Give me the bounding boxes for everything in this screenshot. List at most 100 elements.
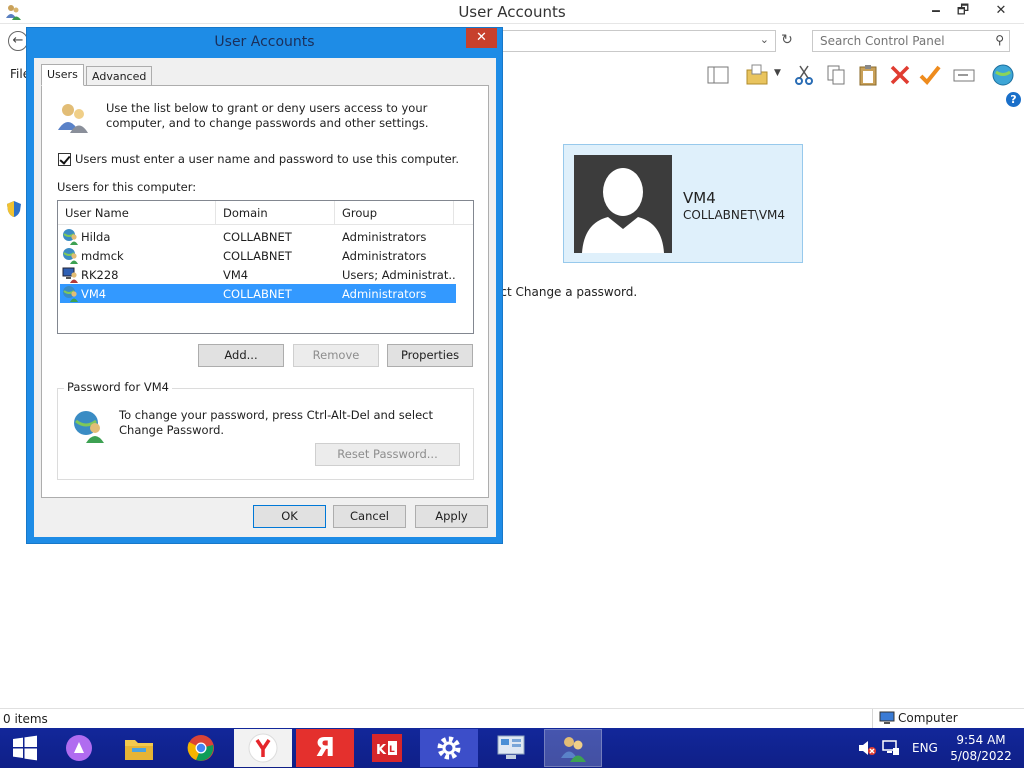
taskbar: Я K L ENG 9:54 AM 5/08/2022 xyxy=(0,728,1024,768)
back-button[interactable]: ← xyxy=(8,31,28,51)
network-icon[interactable] xyxy=(882,740,900,756)
search-input[interactable] xyxy=(818,32,988,50)
start-icon xyxy=(13,735,37,761)
table-row[interactable]: mdmck COLLABNET Administrators xyxy=(60,246,456,265)
status-bar: 0 items Computer xyxy=(0,708,1024,729)
yandex-icon: Я xyxy=(314,733,336,763)
password-group: Password for VM4 To change your password… xyxy=(57,380,474,480)
taskbar-alice[interactable] xyxy=(50,729,108,767)
column-user-name[interactable]: User Name xyxy=(58,201,216,225)
column-domain[interactable]: Domain xyxy=(216,201,335,225)
volume-muted-icon[interactable] xyxy=(858,740,876,756)
apply-button[interactable]: Apply xyxy=(415,505,488,528)
user-name-cell: VM4 xyxy=(81,287,107,301)
current-user-card: VM4 COLLABNET\VM4 xyxy=(563,144,803,263)
network-globe-icon[interactable] xyxy=(991,63,1015,87)
status-zone-label: Computer xyxy=(898,711,958,725)
domain-cell: COLLABNET xyxy=(223,287,292,301)
start-button[interactable] xyxy=(0,729,50,767)
yandex-browser-icon xyxy=(248,733,278,763)
clock-date: 5/08/2022 xyxy=(950,749,1012,763)
address-bar[interactable]: ⌄ xyxy=(500,30,776,52)
user-name-cell: mdmck xyxy=(81,249,124,263)
taskbar-chrome[interactable] xyxy=(172,729,230,767)
password-user-icon xyxy=(74,411,104,443)
status-item-count: 0 items xyxy=(3,712,48,726)
cancel-button[interactable]: Cancel xyxy=(333,505,406,528)
default-user-silhouette-icon xyxy=(582,168,664,253)
chrome-icon xyxy=(187,735,214,761)
search-icon[interactable]: ⚲ xyxy=(995,33,1004,47)
svg-text:L: L xyxy=(389,745,395,755)
table-row-selected[interactable]: VM4 COLLABNET Administrators xyxy=(60,284,456,303)
users-group-icon xyxy=(58,104,88,133)
settings-icon xyxy=(437,736,461,760)
table-row[interactable]: RK228 VM4 Users; Administrat... xyxy=(60,265,456,284)
user-avatar xyxy=(574,155,672,253)
must-enter-password-label: Users must enter a user name and passwor… xyxy=(75,152,460,166)
help-icon[interactable]: ? xyxy=(1006,92,1021,107)
intro-text: Use the list below to grant or deny user… xyxy=(106,101,429,130)
alice-icon xyxy=(66,735,92,761)
remove-user-button[interactable]: Remove xyxy=(293,344,379,367)
dropdown-arrow-icon[interactable]: ▼ xyxy=(774,68,781,78)
dialog-close-button[interactable]: ✕ xyxy=(466,28,497,48)
tab-advanced[interactable]: Advanced xyxy=(86,66,153,86)
domain-user-icon xyxy=(63,248,78,264)
clock-time: 9:54 AM xyxy=(956,733,1006,747)
delete-icon[interactable] xyxy=(888,63,912,87)
taskbar-yandex[interactable]: Я xyxy=(296,729,354,767)
taskbar-user-accounts[interactable] xyxy=(544,729,602,767)
language-indicator[interactable]: ENG xyxy=(912,741,938,781)
copy-icon[interactable] xyxy=(824,63,848,87)
domain-cell: COLLABNET xyxy=(223,230,292,244)
users-tab-panel: Use the list below to grant or deny user… xyxy=(41,85,489,498)
user-name-cell: RK228 xyxy=(81,268,119,282)
reset-password-button[interactable]: Reset Password... xyxy=(315,443,460,466)
rename-icon[interactable] xyxy=(952,63,976,87)
group-cell: Administrators xyxy=(342,230,427,244)
folder-options-icon[interactable] xyxy=(745,63,769,87)
password-instructions: To change your password, press Ctrl-Alt-… xyxy=(119,408,433,437)
taskbar-file-explorer[interactable] xyxy=(110,729,168,767)
dialog-body: Users Advanced Use the list below to gra… xyxy=(34,58,496,537)
taskbar-kaspersky[interactable]: K L xyxy=(358,729,416,767)
refresh-icon[interactable]: ↻ xyxy=(778,32,796,50)
domain-cell: VM4 xyxy=(223,268,249,282)
domain-cell: COLLABNET xyxy=(223,249,292,263)
properties-check-icon[interactable] xyxy=(918,63,942,87)
taskbar-control-panel[interactable] xyxy=(482,729,540,767)
user-card-domain: COLLABNET\VM4 xyxy=(683,208,786,222)
must-enter-password-checkbox[interactable]: Users must enter a user name and passwor… xyxy=(58,152,459,166)
computer-icon xyxy=(879,711,895,724)
group-cell: Users; Administrat... xyxy=(342,268,456,282)
search-box[interactable]: ⚲ xyxy=(812,30,1010,52)
users-list-header: User Name Domain Group xyxy=(58,201,473,225)
add-user-button[interactable]: Add... xyxy=(198,344,284,367)
properties-button[interactable]: Properties xyxy=(387,344,473,367)
user-name-cell: Hilda xyxy=(81,230,111,244)
chevron-down-icon[interactable]: ⌄ xyxy=(760,33,769,46)
dialog-title: User Accounts xyxy=(214,34,315,50)
group-cell: Administrators xyxy=(342,249,427,263)
tab-users[interactable]: Users xyxy=(41,64,84,86)
maximize-button[interactable]: 🗗 xyxy=(948,0,978,22)
group-cell: Administrators xyxy=(342,287,427,301)
paste-icon[interactable] xyxy=(856,63,880,87)
background-password-hint: ect Change a password. xyxy=(493,285,638,299)
users-list[interactable]: User Name Domain Group Hilda COLLABNET A… xyxy=(57,200,474,334)
system-clock[interactable]: 9:54 AM 5/08/2022 xyxy=(946,732,1016,764)
local-user-icon xyxy=(62,267,78,283)
domain-user-icon xyxy=(63,229,78,245)
column-group[interactable]: Group xyxy=(335,201,454,225)
user-accounts-dialog: User Accounts ✕ Users Advanced Use the l… xyxy=(26,27,503,544)
svg-text:K: K xyxy=(376,743,387,758)
close-button[interactable]: ✕ xyxy=(982,0,1020,22)
taskbar-settings[interactable] xyxy=(420,729,478,767)
taskbar-yandex-browser[interactable] xyxy=(234,729,292,767)
table-row[interactable]: Hilda COLLABNET Administrators xyxy=(60,227,456,246)
layout-pane-icon[interactable] xyxy=(706,63,730,87)
ok-button[interactable]: OK xyxy=(253,505,326,528)
cut-icon[interactable] xyxy=(792,63,816,87)
checkbox-checked[interactable] xyxy=(58,152,71,166)
